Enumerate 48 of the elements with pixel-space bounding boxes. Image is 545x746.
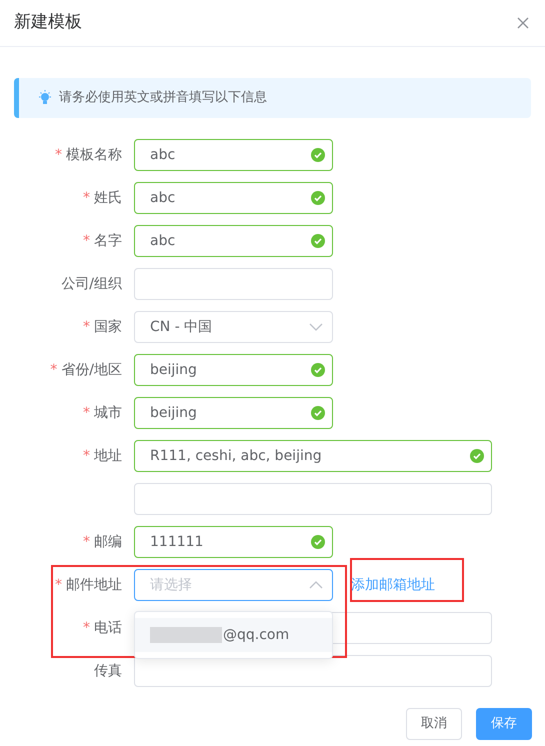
required-asterisk: * xyxy=(83,318,90,336)
check-circle-icon xyxy=(311,148,325,162)
input-field[interactable]: abc xyxy=(134,225,333,257)
check-circle-icon xyxy=(311,535,325,549)
close-icon[interactable] xyxy=(517,17,529,29)
required-asterisk: * xyxy=(83,618,90,638)
required-asterisk: * xyxy=(83,532,90,552)
field-label: 邮编 xyxy=(94,532,122,552)
chevron-up-icon xyxy=(309,580,323,590)
input-field[interactable]: abc xyxy=(134,139,333,171)
alert-text: 请务必使用英文或拼音填写以下信息 xyxy=(59,89,267,108)
required-asterisk: * xyxy=(55,146,62,164)
field-label: 电话 xyxy=(94,618,122,638)
dialog-title: 新建模板 xyxy=(14,11,82,34)
dropdown-option[interactable]: @qq.com xyxy=(135,618,332,652)
input-field[interactable]: beijing xyxy=(134,397,333,429)
field-label: 地址 xyxy=(94,446,122,466)
required-asterisk: * xyxy=(50,360,58,380)
field-label: 公司/组织 xyxy=(61,274,122,294)
input-field[interactable] xyxy=(134,483,492,515)
input-field[interactable]: 111111 xyxy=(134,526,333,558)
field-label: 姓氏 xyxy=(94,188,122,208)
field-label: 模板名称 xyxy=(66,146,122,164)
input-field[interactable]: abc xyxy=(134,182,333,214)
check-circle-icon xyxy=(470,449,484,463)
check-circle-icon xyxy=(311,363,325,377)
field-label: 邮件地址 xyxy=(66,576,122,594)
select-field[interactable]: CN - 中国 xyxy=(134,311,333,343)
input-field[interactable] xyxy=(134,655,492,687)
required-asterisk: * xyxy=(55,576,62,594)
check-circle-icon xyxy=(311,234,325,248)
check-circle-icon xyxy=(311,406,325,420)
input-field[interactable]: R111, ceshi, abc, beijing xyxy=(134,440,492,472)
cancel-button[interactable]: 取消 xyxy=(406,708,462,740)
input-field[interactable] xyxy=(134,268,333,300)
required-asterisk: * xyxy=(83,404,90,422)
field-label: 城市 xyxy=(94,404,122,422)
required-asterisk: * xyxy=(83,232,90,250)
required-asterisk: * xyxy=(83,446,90,466)
input-field[interactable]: beijing xyxy=(134,354,333,386)
field-label: 省份/地区 xyxy=(61,360,122,380)
check-circle-icon xyxy=(311,191,325,205)
lightbulb-icon xyxy=(38,90,52,106)
required-asterisk: * xyxy=(83,188,90,208)
field-label: 传真 xyxy=(94,662,122,680)
field-label: 国家 xyxy=(94,318,122,336)
chevron-down-icon xyxy=(309,322,323,332)
field-label: 名字 xyxy=(94,232,122,250)
